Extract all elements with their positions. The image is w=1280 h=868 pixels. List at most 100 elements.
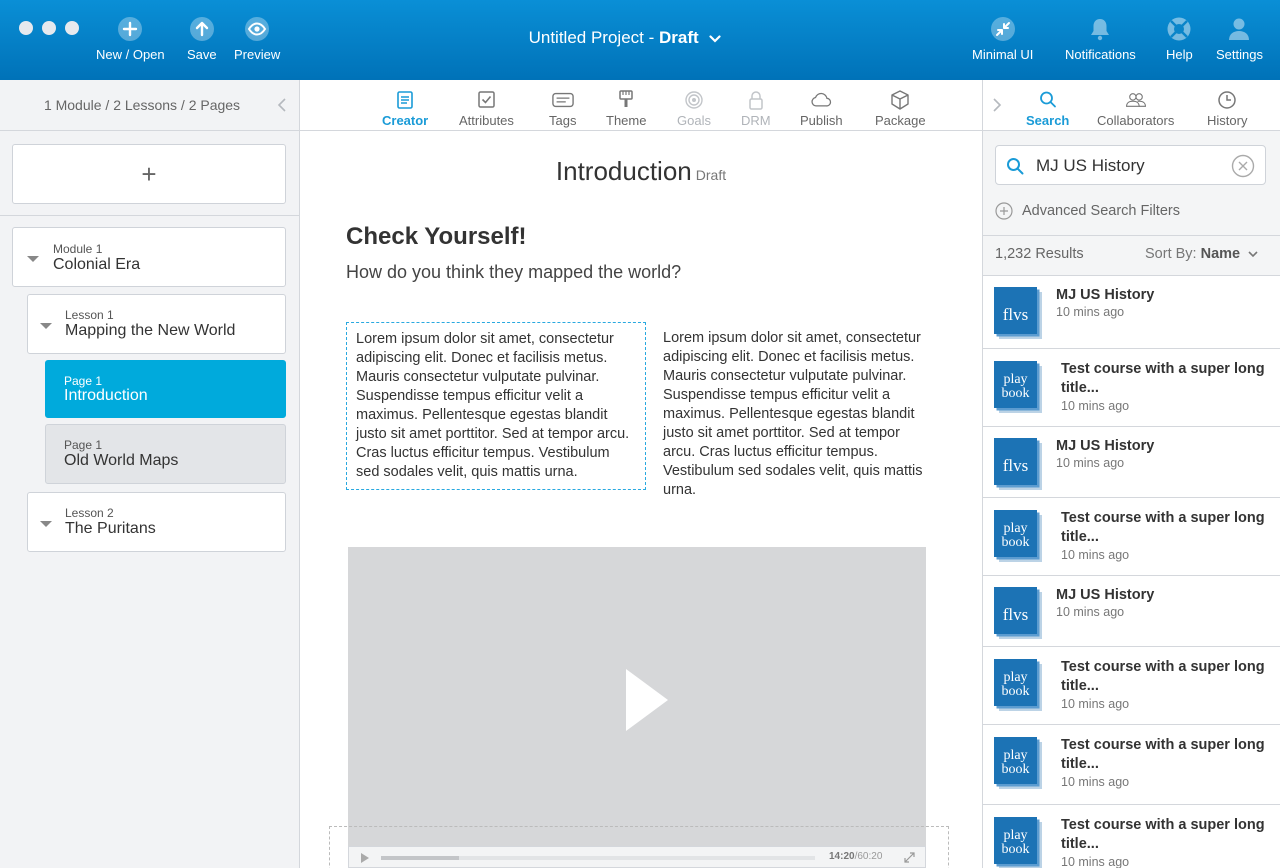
outline-page-introduction[interactable]: Page 1 Introduction: [45, 360, 286, 418]
text-block-selected[interactable]: Lorem ipsum dolor sit amet, consectetur …: [346, 322, 646, 490]
search-input[interactable]: [1036, 154, 1221, 178]
result-title: MJ US History: [1056, 587, 1155, 603]
target-icon: [685, 91, 703, 109]
text-block[interactable]: Lorem ipsum dolor sit amet, consectetur …: [663, 322, 933, 507]
sort-dropdown[interactable]: Sort By: Name: [1145, 246, 1258, 262]
course-outline-panel: 1 Module / 2 Lessons / 2 Pages + Module …: [0, 80, 300, 868]
playbook-logo-icon: play book: [994, 817, 1042, 868]
search-result-item[interactable]: flvs MJ US History 10 mins ago: [983, 276, 1280, 349]
tab-label: Search: [1026, 113, 1070, 128]
add-content-button[interactable]: +: [12, 144, 286, 204]
playbook-logo-icon: play book: [994, 361, 1042, 413]
tab-label: Publish: [800, 113, 843, 128]
page-title: Old World Maps: [64, 452, 179, 469]
tab-label: Creator: [382, 113, 429, 128]
playbook-logo-icon: play book: [994, 659, 1042, 711]
search-panel: Search Collaborators History MJ US Histo…: [982, 80, 1280, 868]
tab-theme[interactable]: Theme: [606, 90, 646, 128]
content-question[interactable]: How do you think they mapped the world?: [346, 262, 681, 283]
tab-package[interactable]: Package: [875, 90, 926, 128]
box-icon: [891, 90, 909, 110]
outline-page-old-world-maps[interactable]: Page 1 Old World Maps: [45, 424, 286, 484]
expand-panel-button[interactable]: [992, 98, 1002, 112]
advanced-search-filters-button[interactable]: Advanced Search Filters: [995, 202, 1180, 220]
video-progress-fill: [381, 856, 460, 860]
help-button[interactable]: Help: [1166, 16, 1193, 62]
page-number: Page 1: [64, 438, 103, 452]
lesson-title: Mapping the New World: [65, 322, 236, 339]
play-icon[interactable]: [626, 669, 668, 731]
tab-tags[interactable]: Tags: [549, 90, 576, 128]
video-player[interactable]: [348, 547, 926, 868]
result-timestamp: 10 mins ago: [1061, 775, 1130, 789]
search-result-item[interactable]: play book Test course with a super long …: [983, 349, 1280, 427]
page-heading: Introduction: [555, 156, 692, 186]
tab-label: Goals: [677, 113, 711, 128]
tab-creator[interactable]: Creator: [382, 90, 428, 128]
result-title: Test course with a super long title...: [1061, 737, 1265, 772]
settings-button[interactable]: Settings: [1216, 16, 1263, 62]
flvs-logo-icon: flvs: [994, 287, 1042, 339]
people-icon: [1125, 93, 1146, 107]
outline-lesson-the-puritans[interactable]: Lesson 2 The Puritans: [27, 492, 286, 552]
outline-header: 1 Module / 2 Lessons / 2 Pages: [0, 80, 299, 131]
logo-text: flvs: [1003, 605, 1029, 624]
tab-attributes[interactable]: Attributes: [459, 90, 514, 128]
tab-label: Collaborators: [1097, 113, 1175, 128]
caret-down-icon[interactable]: [40, 521, 52, 527]
search-result-item[interactable]: play book Test course with a super long …: [983, 805, 1280, 868]
project-name: Untitled Project -: [528, 28, 659, 47]
checkbox-icon: [478, 91, 496, 108]
minimal-ui-label: Minimal UI: [972, 47, 1034, 62]
result-timestamp: 10 mins ago: [1061, 697, 1130, 711]
minimal-ui-button[interactable]: Minimal UI: [972, 16, 1033, 62]
play-button[interactable]: [361, 853, 369, 863]
video-current-time: 14:20: [829, 851, 855, 862]
search-field: [995, 145, 1266, 185]
outline-lesson-mapping-new-world[interactable]: Lesson 1 Mapping the New World: [27, 294, 286, 354]
logo-text: play: [1003, 521, 1027, 536]
search-result-item[interactable]: flvs MJ US History 10 mins ago: [983, 576, 1280, 647]
search-result-item[interactable]: flvs MJ US History 10 mins ago: [983, 427, 1280, 498]
lesson-number: Lesson 2: [65, 506, 114, 520]
compress-icon: [990, 17, 1015, 41]
editor-tabs: Creator Attributes Tags Theme Goals DRM …: [300, 80, 982, 131]
search-result-item[interactable]: play book Test course with a super long …: [983, 498, 1280, 576]
video-progress-bar[interactable]: [381, 856, 815, 860]
notifications-button[interactable]: Notifications: [1065, 16, 1136, 62]
user-icon: [1229, 18, 1250, 40]
fullscreen-icon[interactable]: [904, 852, 915, 863]
tab-history[interactable]: History: [1207, 90, 1247, 128]
right-tabs: Search Collaborators History: [983, 80, 1280, 131]
logo-text: book: [1002, 842, 1030, 857]
sort-value: Name: [1200, 246, 1241, 262]
page-header: Introduction Draft: [300, 156, 982, 187]
logo-text: flvs: [1003, 456, 1029, 475]
search-result-item[interactable]: play book Test course with a super long …: [983, 725, 1280, 805]
tab-drm[interactable]: DRM: [741, 90, 771, 128]
logo-text: flvs: [1003, 305, 1029, 324]
tab-search[interactable]: Search: [1026, 90, 1069, 128]
settings-label: Settings: [1216, 47, 1263, 62]
tab-publish[interactable]: Publish: [800, 90, 843, 128]
logo-text: play: [1003, 670, 1027, 685]
editor-area: Creator Attributes Tags Theme Goals DRM …: [300, 80, 982, 868]
search-icon: [1039, 91, 1056, 108]
result-title: MJ US History: [1056, 438, 1155, 454]
outline-module-colonial-era[interactable]: Module 1 Colonial Era: [12, 227, 286, 287]
caret-down-icon[interactable]: [40, 323, 52, 329]
caret-down-icon[interactable]: [27, 256, 39, 262]
project-title-dropdown[interactable]: Untitled Project - Draft: [0, 28, 1250, 48]
tab-collaborators[interactable]: Collaborators: [1097, 90, 1174, 128]
tab-label: Tags: [549, 113, 577, 128]
tab-label: DRM: [741, 113, 771, 128]
tab-label: Attributes: [459, 113, 514, 128]
clear-search-button[interactable]: [1231, 154, 1255, 178]
search-result-item[interactable]: play book Test course with a super long …: [983, 647, 1280, 725]
tab-goals[interactable]: Goals: [677, 90, 711, 128]
module-number: Module 1: [53, 242, 103, 256]
collapse-panel-button[interactable]: [277, 98, 287, 112]
module-title: Colonial Era: [53, 256, 141, 273]
content-heading[interactable]: Check Yourself!: [346, 223, 527, 251]
playbook-logo-icon: play book: [994, 510, 1042, 562]
